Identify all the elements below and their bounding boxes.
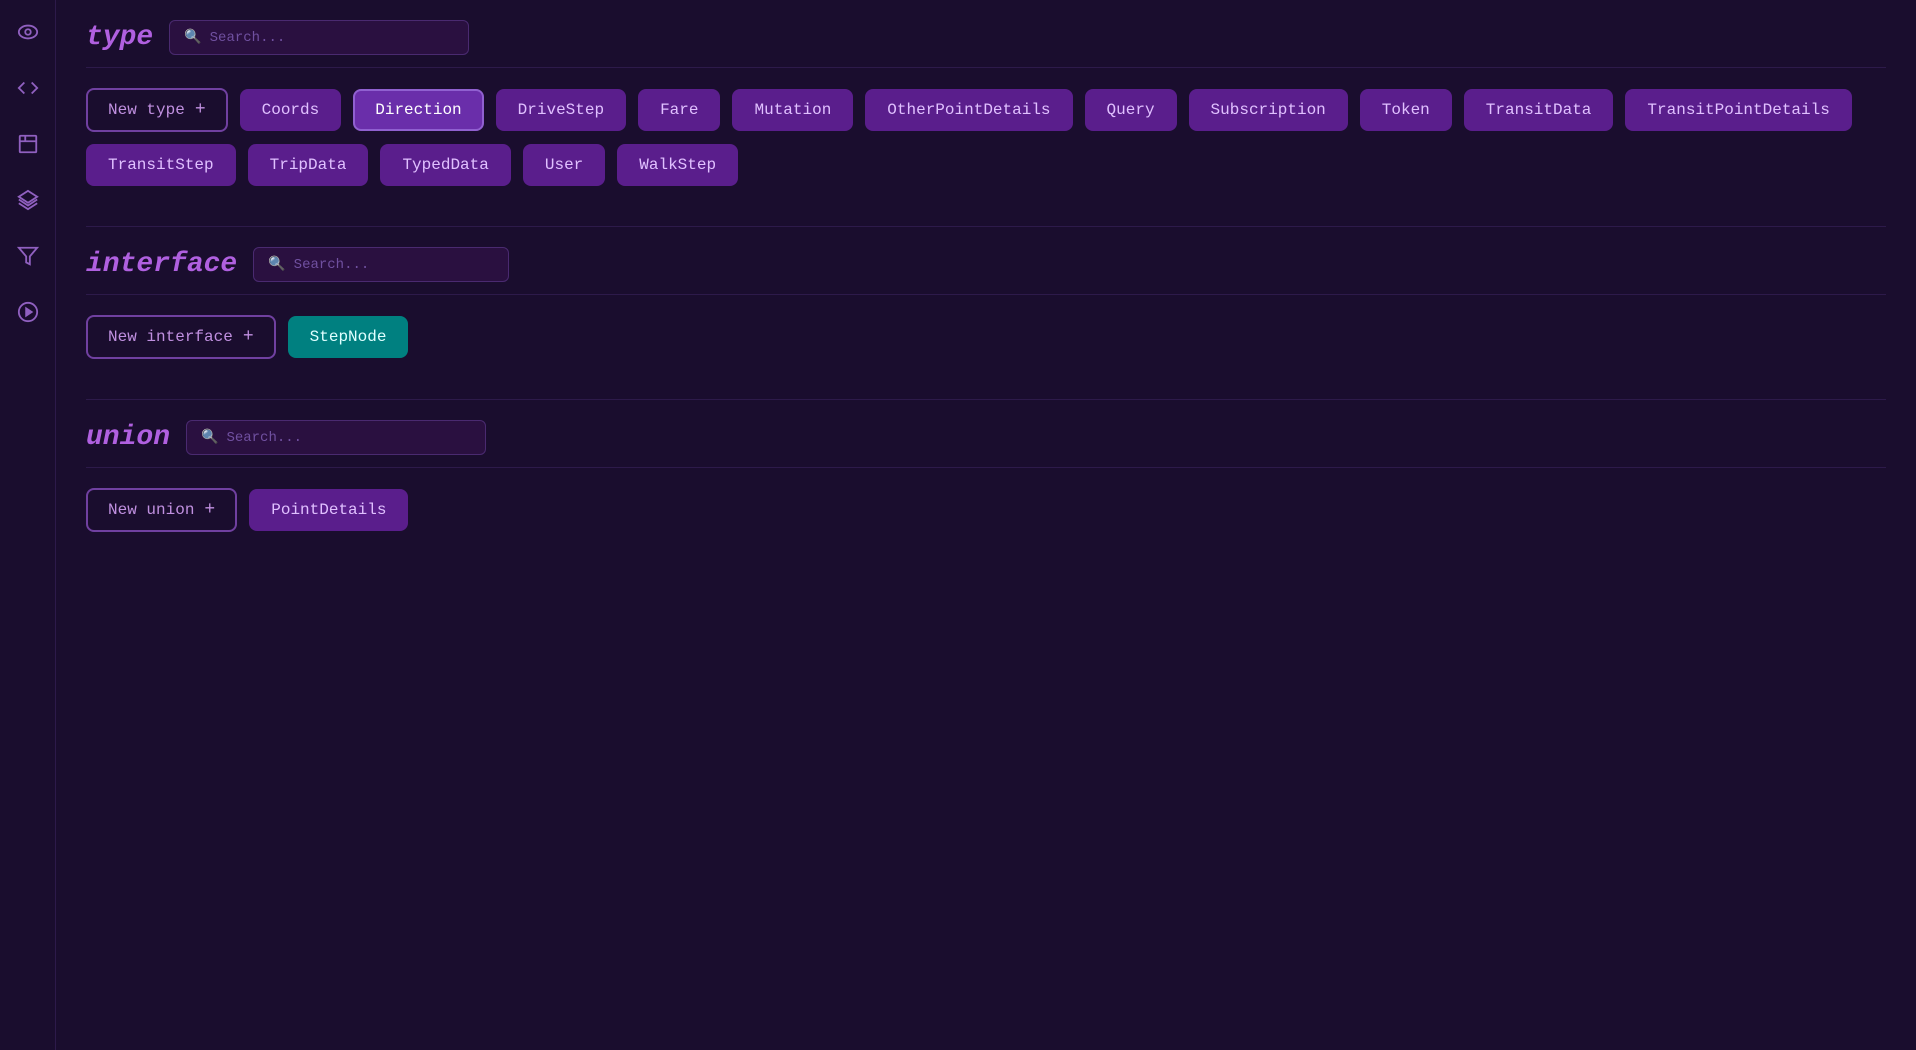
interface-tags-container: New interface + StepNode bbox=[86, 315, 1886, 359]
main-content: type 🔍 New type + Coords Direction Drive… bbox=[56, 0, 1916, 1050]
union-search-box[interactable]: 🔍 bbox=[186, 420, 486, 455]
union-search-input[interactable] bbox=[226, 430, 466, 446]
type-tag-fare[interactable]: Fare bbox=[638, 89, 720, 131]
type-tag-transitdata[interactable]: TransitData bbox=[1464, 89, 1614, 131]
divider-1 bbox=[86, 226, 1886, 227]
type-search-box[interactable]: 🔍 bbox=[169, 20, 469, 55]
interface-section-title: interface bbox=[86, 249, 237, 280]
new-interface-button[interactable]: New interface + bbox=[86, 315, 276, 359]
type-section-title: type bbox=[86, 22, 153, 53]
interface-section: interface 🔍 New interface + StepNode bbox=[86, 247, 1886, 359]
type-tag-coords[interactable]: Coords bbox=[240, 89, 342, 131]
interface-search-icon: 🔍 bbox=[268, 256, 285, 273]
type-tag-tripdata[interactable]: TripData bbox=[248, 144, 369, 186]
layers-icon[interactable] bbox=[12, 184, 44, 216]
type-tag-user[interactable]: User bbox=[523, 144, 605, 186]
type-section: type 🔍 New type + Coords Direction Drive… bbox=[86, 20, 1886, 186]
type-search-icon: 🔍 bbox=[184, 29, 201, 46]
type-search-input[interactable] bbox=[210, 30, 450, 46]
union-tag-pointdetails[interactable]: PointDetails bbox=[249, 489, 408, 531]
type-tag-typeddata[interactable]: TypedData bbox=[380, 144, 510, 186]
code-icon[interactable] bbox=[12, 72, 44, 104]
frame-icon[interactable] bbox=[12, 128, 44, 160]
divider-2 bbox=[86, 399, 1886, 400]
interface-search-box[interactable]: 🔍 bbox=[253, 247, 508, 282]
type-tag-transitpointdetails[interactable]: TransitPointDetails bbox=[1625, 89, 1851, 131]
interface-tag-stepnode[interactable]: StepNode bbox=[288, 316, 409, 358]
union-tags-container: New union + PointDetails bbox=[86, 488, 1886, 532]
type-tag-direction[interactable]: Direction bbox=[353, 89, 483, 131]
new-union-button[interactable]: New union + bbox=[86, 488, 237, 532]
union-section: union 🔍 New union + PointDetails bbox=[86, 420, 1886, 532]
type-tag-drivestep[interactable]: DriveStep bbox=[496, 89, 626, 131]
interface-section-header: interface 🔍 bbox=[86, 247, 1886, 295]
union-search-icon: 🔍 bbox=[201, 429, 218, 446]
type-tag-otherpointdetails[interactable]: OtherPointDetails bbox=[865, 89, 1072, 131]
union-section-title: union bbox=[86, 422, 170, 453]
type-tag-token[interactable]: Token bbox=[1360, 89, 1452, 131]
eye-icon[interactable] bbox=[12, 16, 44, 48]
new-type-plus-icon: + bbox=[195, 100, 206, 120]
type-tag-walkstep[interactable]: WalkStep bbox=[617, 144, 738, 186]
type-tags-container: New type + Coords Direction DriveStep Fa… bbox=[86, 88, 1886, 186]
type-tag-mutation[interactable]: Mutation bbox=[732, 89, 853, 131]
new-type-button[interactable]: New type + bbox=[86, 88, 228, 132]
type-section-header: type 🔍 bbox=[86, 20, 1886, 68]
union-section-header: union 🔍 bbox=[86, 420, 1886, 468]
sidebar bbox=[0, 0, 56, 1050]
type-tag-subscription[interactable]: Subscription bbox=[1189, 89, 1348, 131]
interface-search-input[interactable] bbox=[294, 257, 494, 273]
new-interface-plus-icon: + bbox=[243, 327, 254, 347]
type-tag-transitstep[interactable]: TransitStep bbox=[86, 144, 236, 186]
filter-icon[interactable] bbox=[12, 240, 44, 272]
new-union-plus-icon: + bbox=[204, 500, 215, 520]
type-tag-query[interactable]: Query bbox=[1085, 89, 1177, 131]
play-icon[interactable] bbox=[12, 296, 44, 328]
